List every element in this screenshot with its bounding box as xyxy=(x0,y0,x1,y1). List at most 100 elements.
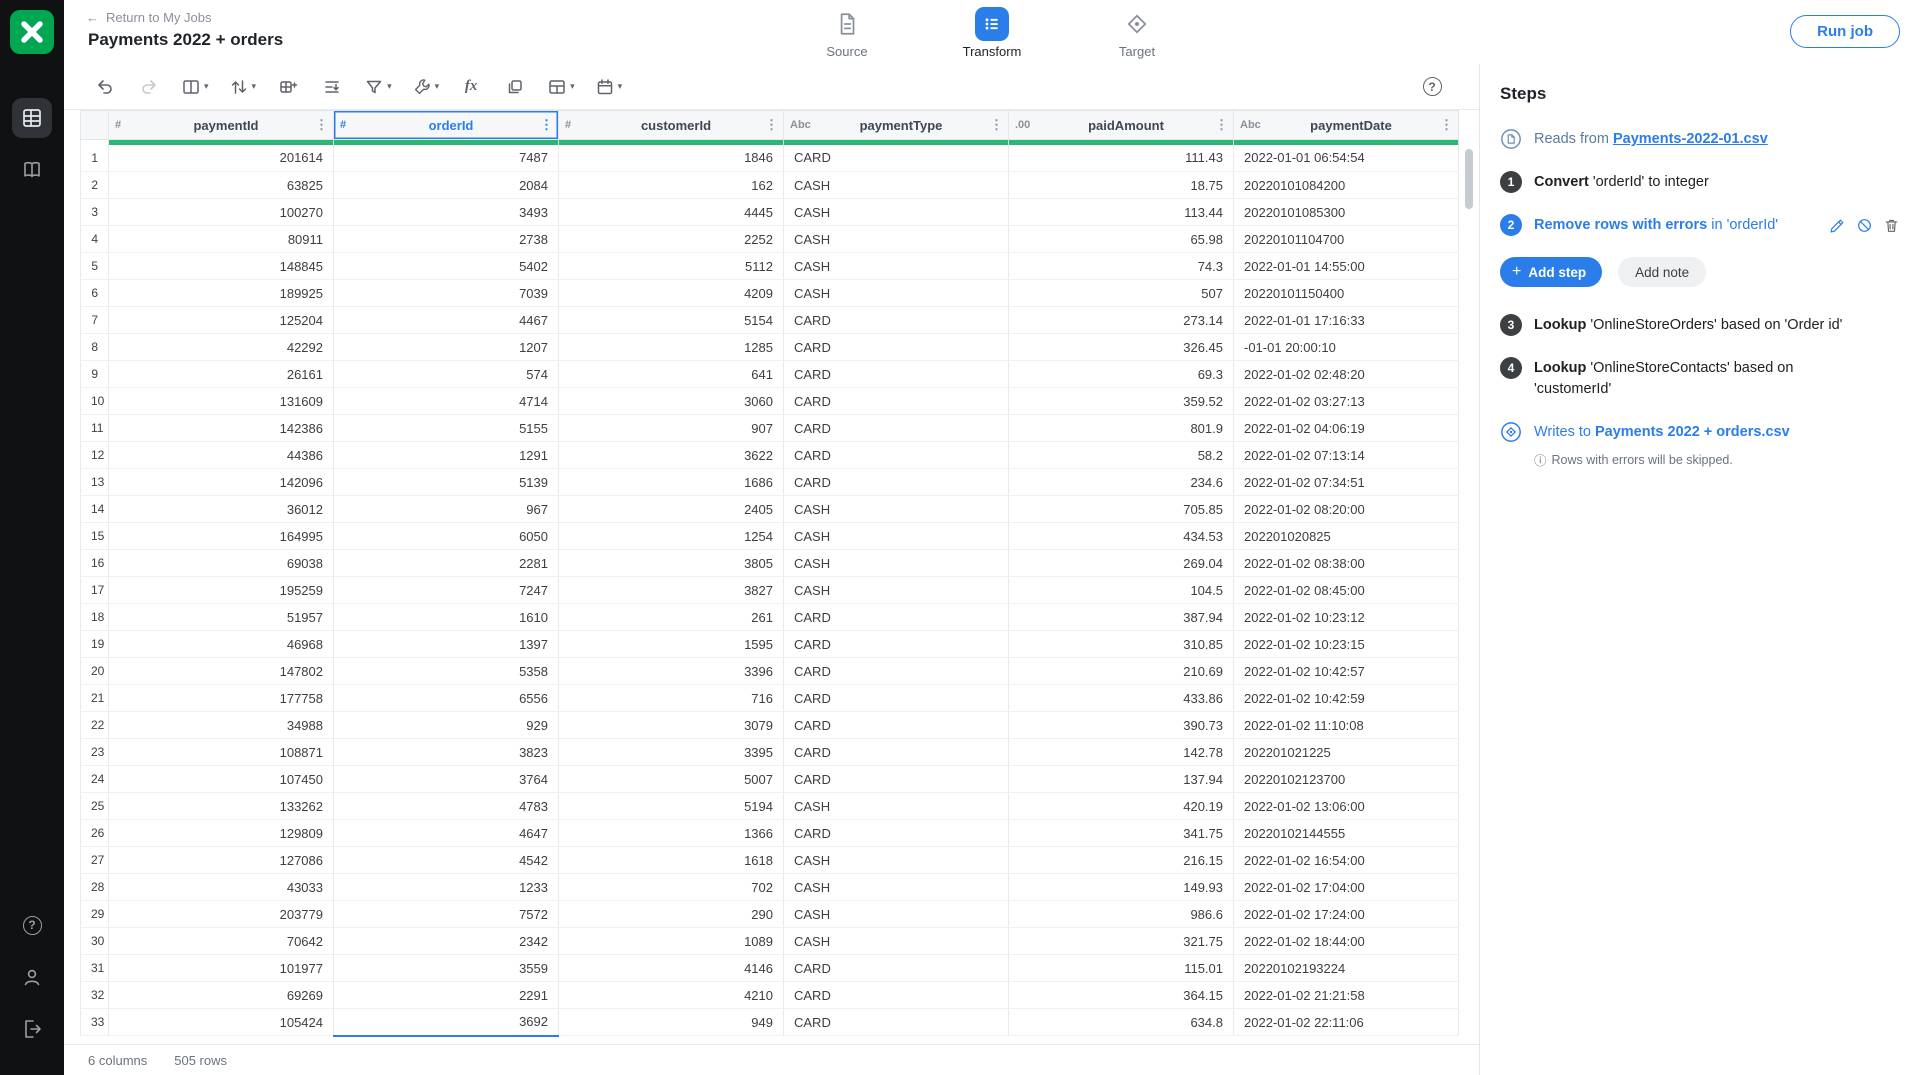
grid-cell[interactable]: 390.73 xyxy=(1009,712,1234,739)
grid-cell[interactable]: 46968 xyxy=(109,631,334,658)
grid-cell[interactable]: 69.3 xyxy=(1009,361,1234,388)
grid-cell[interactable]: 2022-01-02 21:21:58 xyxy=(1234,982,1459,1009)
grid-cell[interactable]: CARD xyxy=(784,307,1009,334)
grid-cell[interactable]: 261 xyxy=(559,604,784,631)
grid-cell[interactable]: 705.85 xyxy=(1009,496,1234,523)
grid-cell[interactable]: 1254 xyxy=(559,523,784,550)
grid-cell[interactable]: 3622 xyxy=(559,442,784,469)
row-number[interactable]: 29 xyxy=(81,901,109,928)
grid-cell[interactable]: CASH xyxy=(784,550,1009,577)
grid-cell[interactable]: 20220101104700 xyxy=(1234,226,1459,253)
grid-cell[interactable]: 2281 xyxy=(334,550,559,577)
step-1-convert[interactable]: 1 Convert 'orderId' to integer xyxy=(1500,171,1902,193)
add-column-button[interactable] xyxy=(271,70,305,104)
row-number[interactable]: 11 xyxy=(81,415,109,442)
row-number[interactable]: 23 xyxy=(81,739,109,766)
grid-cell[interactable]: 3805 xyxy=(559,550,784,577)
grid-cell[interactable]: 26161 xyxy=(109,361,334,388)
grid-cell[interactable]: 137.94 xyxy=(1009,766,1234,793)
grid-cell[interactable]: 164995 xyxy=(109,523,334,550)
grid-cell[interactable]: 216.15 xyxy=(1009,847,1234,874)
grid-cell[interactable]: CASH xyxy=(784,226,1009,253)
row-number[interactable]: 5 xyxy=(81,253,109,280)
grid-cell[interactable]: 1233 xyxy=(334,874,559,901)
grid-cell[interactable]: 127086 xyxy=(109,847,334,874)
row-number[interactable]: 18 xyxy=(81,604,109,631)
grid-cell[interactable]: 58.2 xyxy=(1009,442,1234,469)
grid-cell[interactable]: CARD xyxy=(784,415,1009,442)
grid-cell[interactable]: 321.75 xyxy=(1009,928,1234,955)
pipeline-step-source[interactable]: Source xyxy=(802,6,892,59)
duplicate-button[interactable] xyxy=(498,70,532,104)
grid-cell[interactable]: 907 xyxy=(559,415,784,442)
grid-cell[interactable]: 5155 xyxy=(334,415,559,442)
row-number[interactable]: 33 xyxy=(81,1009,109,1036)
grid-cell[interactable]: 1291 xyxy=(334,442,559,469)
grid-cell[interactable]: 148845 xyxy=(109,253,334,280)
grid-cell[interactable]: CASH xyxy=(784,901,1009,928)
grid-cell[interactable]: 69038 xyxy=(109,550,334,577)
grid-cell[interactable]: 101977 xyxy=(109,955,334,982)
column-header-paymentType[interactable]: AbcpaymentType⋮ xyxy=(784,111,1009,140)
grid-cell[interactable]: 2022-01-02 10:23:15 xyxy=(1234,631,1459,658)
column-menu-icon[interactable]: ⋮ xyxy=(1440,117,1452,133)
columns-menu-button[interactable]: ▾ xyxy=(176,70,214,104)
row-number[interactable]: 24 xyxy=(81,766,109,793)
grid-cell[interactable]: 1610 xyxy=(334,604,559,631)
grid-cell[interactable]: 2022-01-01 17:16:33 xyxy=(1234,307,1459,334)
grid-cell[interactable]: 1207 xyxy=(334,334,559,361)
add-step-button[interactable]: + Add step xyxy=(1500,257,1602,287)
grid-cell[interactable]: 641 xyxy=(559,361,784,388)
grid-cell[interactable]: 2738 xyxy=(334,226,559,253)
grid-cell[interactable]: 2022-01-02 03:27:13 xyxy=(1234,388,1459,415)
grid-cell[interactable]: -01-01 20:00:10 xyxy=(1234,334,1459,361)
rows-menu-button[interactable] xyxy=(315,70,349,104)
grid-cell[interactable]: 20220101150400 xyxy=(1234,280,1459,307)
grid-cell[interactable]: 634.8 xyxy=(1009,1009,1234,1036)
scrollbar-thumb[interactable] xyxy=(1465,149,1473,209)
grid-cell[interactable]: 203779 xyxy=(109,901,334,928)
grid-cell[interactable]: 420.19 xyxy=(1009,793,1234,820)
grid-cell[interactable]: 4647 xyxy=(334,820,559,847)
edit-step-icon[interactable] xyxy=(1829,217,1846,234)
grid-cell[interactable]: 1686 xyxy=(559,469,784,496)
grid-cell[interactable]: 1366 xyxy=(559,820,784,847)
grid-cell[interactable]: 4542 xyxy=(334,847,559,874)
grid-cell[interactable]: 125204 xyxy=(109,307,334,334)
grid-cell[interactable]: 142386 xyxy=(109,415,334,442)
grid-cell[interactable]: CARD xyxy=(784,442,1009,469)
grid-cell[interactable]: 4209 xyxy=(559,280,784,307)
row-number[interactable]: 26 xyxy=(81,820,109,847)
run-job-button[interactable]: Run job xyxy=(1790,15,1900,48)
formula-button[interactable]: fx xyxy=(454,70,488,104)
row-number[interactable]: 27 xyxy=(81,847,109,874)
grid-cell[interactable]: CARD xyxy=(784,469,1009,496)
grid-cell[interactable]: CARD xyxy=(784,145,1009,172)
grid-cell[interactable]: 434.53 xyxy=(1009,523,1234,550)
grid-cell[interactable]: CARD xyxy=(784,955,1009,982)
grid-cell[interactable]: 2022-01-02 17:24:00 xyxy=(1234,901,1459,928)
grid-cell[interactable]: 195259 xyxy=(109,577,334,604)
grid-cell[interactable]: 2022-01-02 17:04:00 xyxy=(1234,874,1459,901)
grid-cell[interactable]: 5358 xyxy=(334,658,559,685)
grid-cell[interactable]: 6050 xyxy=(334,523,559,550)
column-header-paymentId[interactable]: #paymentId⋮ xyxy=(109,111,334,140)
grid-cell[interactable]: 131609 xyxy=(109,388,334,415)
grid-cell[interactable]: 3079 xyxy=(559,712,784,739)
grid-cell[interactable]: 2022-01-01 14:55:00 xyxy=(1234,253,1459,280)
grid-cell[interactable]: 269.04 xyxy=(1009,550,1234,577)
grid-cell[interactable]: 1285 xyxy=(559,334,784,361)
step-read-source[interactable]: Reads from Payments-2022-01.csv xyxy=(1500,128,1902,150)
grid-cell[interactable]: 162 xyxy=(559,172,784,199)
grid-cell[interactable]: 6556 xyxy=(334,685,559,712)
grid-cell[interactable]: 3493 xyxy=(334,199,559,226)
grid-cell[interactable]: 1089 xyxy=(559,928,784,955)
row-number[interactable]: 6 xyxy=(81,280,109,307)
grid-cell[interactable]: 80911 xyxy=(109,226,334,253)
grid-cell[interactable]: 115.01 xyxy=(1009,955,1234,982)
grid-cell[interactable]: 3692 xyxy=(334,1009,559,1036)
grid-cell[interactable]: 70642 xyxy=(109,928,334,955)
grid-cell[interactable]: 3823 xyxy=(334,739,559,766)
grid-cell[interactable]: 929 xyxy=(334,712,559,739)
grid-cell[interactable]: 5139 xyxy=(334,469,559,496)
